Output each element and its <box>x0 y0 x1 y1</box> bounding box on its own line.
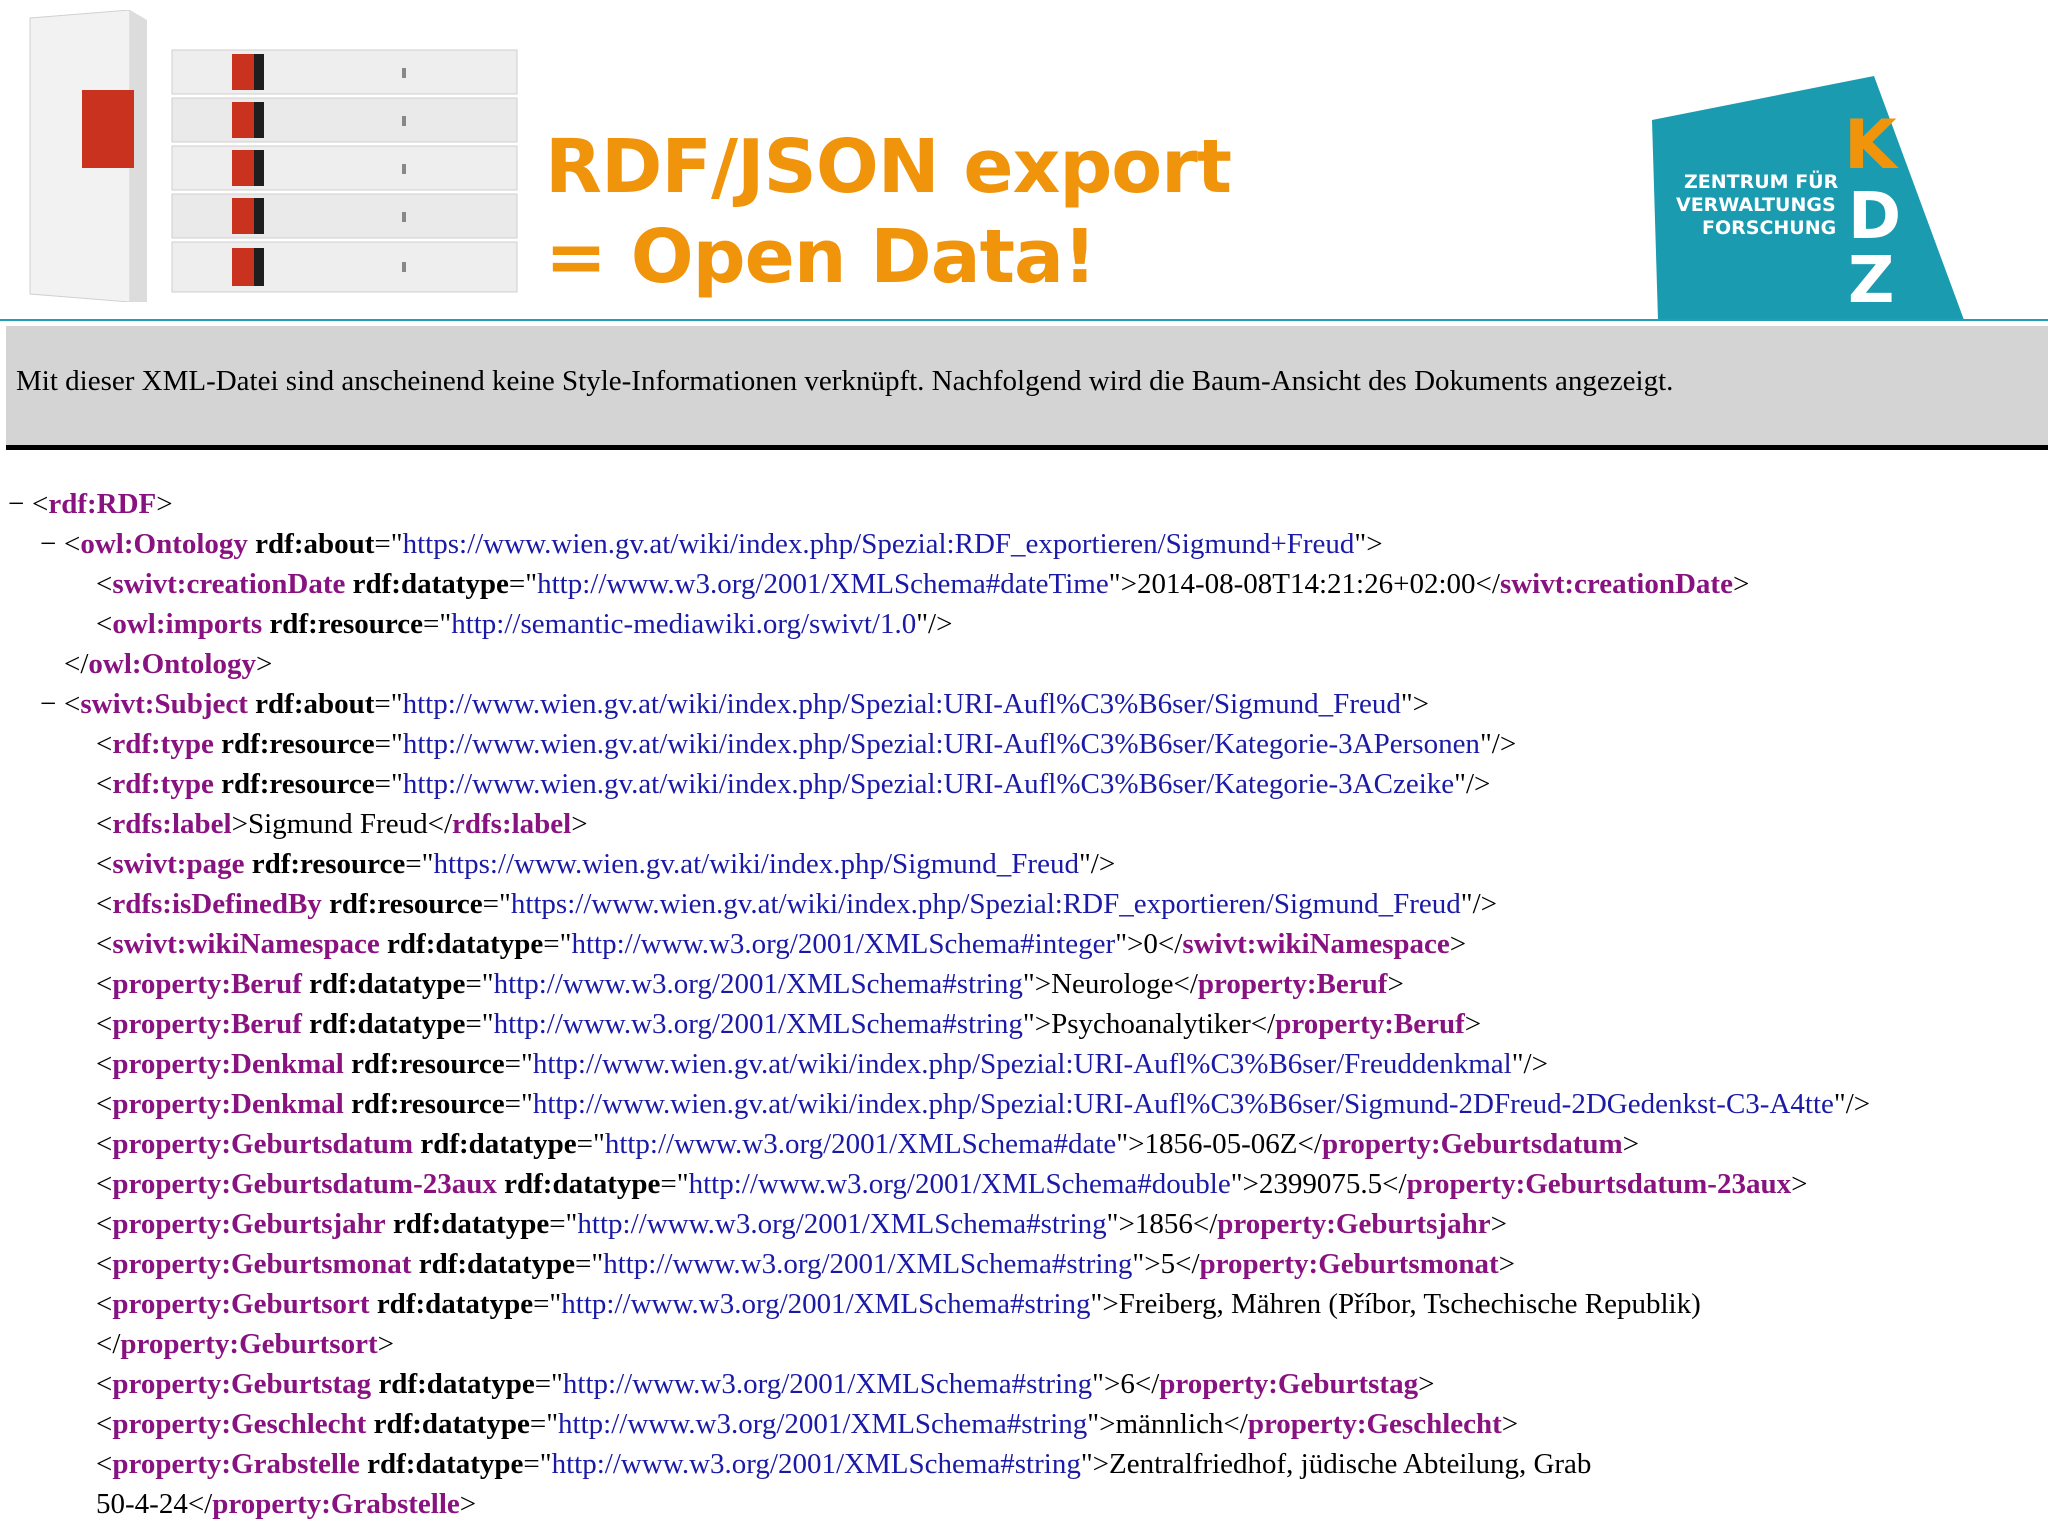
title-line-2: = Open Data! <box>545 214 1097 300</box>
tree-node-label: <rdfs:label>Sigmund Freud</rdfs:label> <box>96 808 588 840</box>
logo-text-3: FORSCHUNG <box>1702 217 1836 239</box>
collapse-toggle[interactable]: − <box>40 524 64 564</box>
tree-node-geburtsmonat: <property:Geburtsmonat rdf:datatype="htt… <box>96 1248 1516 1280</box>
tree-node-geburtsort-close: </property:Geburtsort> <box>96 1328 394 1360</box>
header-divider <box>0 319 2048 321</box>
tree-node-geburtstag: <property:Geburtstag rdf:datatype="http:… <box>96 1368 1435 1400</box>
tree-node-geschlecht: <property:Geschlecht rdf:datatype="http:… <box>96 1408 1519 1440</box>
tree-node-denkmal: <property:Denkmal rdf:resource="http://w… <box>96 1088 1871 1120</box>
info-bar-divider <box>6 445 2048 450</box>
tree-node-wiki-namespace: <swivt:wikiNamespace rdf:datatype="http:… <box>96 928 1467 960</box>
tree-node-geburtsdatum-aux: <property:Geburtsdatum-23aux rdf:datatyp… <box>96 1168 1808 1200</box>
tree-node-is-defined-by: <rdfs:isDefinedBy rdf:resource="https://… <box>96 888 1497 920</box>
tree-node-creation-date: <swivt:creationDate rdf:datatype="http:/… <box>96 568 1750 600</box>
collapse-toggle[interactable]: − <box>8 484 32 524</box>
tree-node-imports: <owl:imports rdf:resource="http://semant… <box>96 608 953 640</box>
tree-node-grabstelle-close: 50-4-24</property:Grabstelle> <box>96 1488 477 1520</box>
xml-tree-view: − <rdf:RDF> − <owl:Ontology rdf:about="htt… <box>0 484 2048 1536</box>
tree-node-rdf: − <rdf:RDF> <box>8 484 173 524</box>
tree-node-grabstelle: <property:Grabstelle rdf:datatype="http:… <box>96 1448 1592 1480</box>
tree-node-ontology-close: </owl:Ontology> <box>64 648 273 680</box>
tree-node-beruf: <property:Beruf rdf:datatype="http://www… <box>96 1008 1482 1040</box>
tree-node-rdf-type: <rdf:type rdf:resource="http://www.wien.… <box>96 728 1517 760</box>
ontology-about-value: https://www.wien.gv.at/wiki/index.php/Sp… <box>402 528 1355 560</box>
slide-title: RDF/JSON export = Open Data! <box>545 122 1232 302</box>
svg-text:K: K <box>1844 106 1899 185</box>
tree-node-rdf-type: <rdf:type rdf:resource="http://www.wien.… <box>96 768 1491 800</box>
slide-header: RDF/JSON export = Open Data! ZENTRUM FÜR… <box>0 0 2048 321</box>
xml-info-bar: Mit dieser XML-Datei sind anscheinend ke… <box>6 326 2048 446</box>
tree-node-geburtsjahr: <property:Geburtsjahr rdf:datatype="http… <box>96 1208 1507 1240</box>
xml-info-message: Mit dieser XML-Datei sind anscheinend ke… <box>16 365 1674 397</box>
kdz-logo: ZENTRUM FÜR VERWALTUNGS FORSCHUNG K D Z <box>1652 76 1964 320</box>
tree-node-ontology: − <owl:Ontology rdf:about="https://www.wi… <box>40 524 1383 564</box>
tree-node-geburtsort: <property:Geburtsort rdf:datatype="http:… <box>96 1288 1701 1320</box>
tree-node-subject: − <swivt:Subject rdf:about="http://www.wi… <box>40 684 1429 724</box>
logo-text-1: ZENTRUM FÜR <box>1684 169 1839 193</box>
books-illustration <box>29 10 518 302</box>
tree-node-beruf: <property:Beruf rdf:datatype="http://www… <box>96 968 1404 1000</box>
svg-text:Z: Z <box>1848 244 1894 318</box>
svg-text:D: D <box>1848 180 1901 254</box>
title-line-1: RDF/JSON export <box>545 124 1232 210</box>
tree-node-geburtsdatum: <property:Geburtsdatum rdf:datatype="htt… <box>96 1128 1640 1160</box>
collapse-toggle[interactable]: − <box>40 684 64 724</box>
tree-node-page: <swivt:page rdf:resource="https://www.wi… <box>96 848 1116 880</box>
tree-node-denkmal: <property:Denkmal rdf:resource="http://w… <box>96 1048 1548 1080</box>
logo-text-2: VERWALTUNGS <box>1676 194 1836 216</box>
